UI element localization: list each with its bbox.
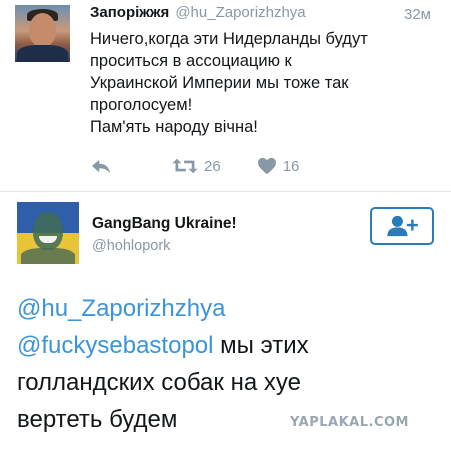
mention-link[interactable]: @fuckysebastopol	[17, 332, 213, 359]
tweet-text-line: Украинской Империи мы тоже так	[90, 74, 349, 92]
tweet-text-segment: мы этих	[213, 332, 309, 359]
tweet-header: Запоріжжя @hu_Zaporizhzhya	[90, 4, 306, 21]
tweet-text-line: Ничего,когда эти Нидерланды будут	[90, 30, 368, 48]
avatar-body	[17, 45, 68, 62]
follow-button[interactable]	[370, 207, 434, 245]
display-name[interactable]: Запоріжжя	[90, 4, 169, 21]
retweet-icon	[172, 158, 198, 174]
like-count: 16	[282, 157, 300, 175]
tweet-text-line: проситься в ассоциацию к	[90, 52, 292, 70]
mention-link[interactable]: @hu_Zaporizhzhya	[17, 295, 225, 322]
avatar[interactable]	[15, 5, 70, 62]
tweet-text-line: проголосуем!	[90, 96, 193, 114]
watermark: YAPLAKAL.COM	[290, 415, 409, 430]
user-handle[interactable]: @hohlopork	[92, 238, 170, 254]
retweet-button[interactable]: 26	[172, 157, 221, 175]
like-button[interactable]: 16	[257, 157, 300, 175]
tweet-text-line: голландских собак на хуе	[17, 369, 301, 396]
tweet-actions: 26 16	[90, 155, 299, 177]
tweet-text: Ничего,когда эти Нидерланды будут просит…	[90, 28, 435, 138]
tweet-zaporizhzhya[interactable]: Запоріжжя @hu_Zaporizhzhya 32м Ничего,ког…	[0, 0, 451, 190]
avatar[interactable]	[17, 202, 79, 264]
reply-icon	[92, 159, 110, 174]
display-name[interactable]: GangBang Ukraine!	[92, 215, 237, 233]
add-user-icon	[387, 215, 418, 237]
reply-button[interactable]	[90, 157, 112, 175]
avatar-body	[21, 248, 75, 264]
timestamp[interactable]: 32м	[404, 6, 431, 23]
tweet-text-line: Пам'ять народу вічна!	[90, 118, 258, 136]
retweet-count: 26	[204, 157, 221, 175]
tweet-gangbang-ukraine[interactable]: GangBang Ukraine! @hohlopork @hu_Zaporiz…	[0, 192, 451, 452]
user-handle[interactable]: @hu_Zaporizhzhya	[175, 4, 305, 21]
heart-icon	[257, 157, 276, 175]
avatar-face	[29, 13, 56, 47]
avatar-face	[33, 212, 63, 250]
